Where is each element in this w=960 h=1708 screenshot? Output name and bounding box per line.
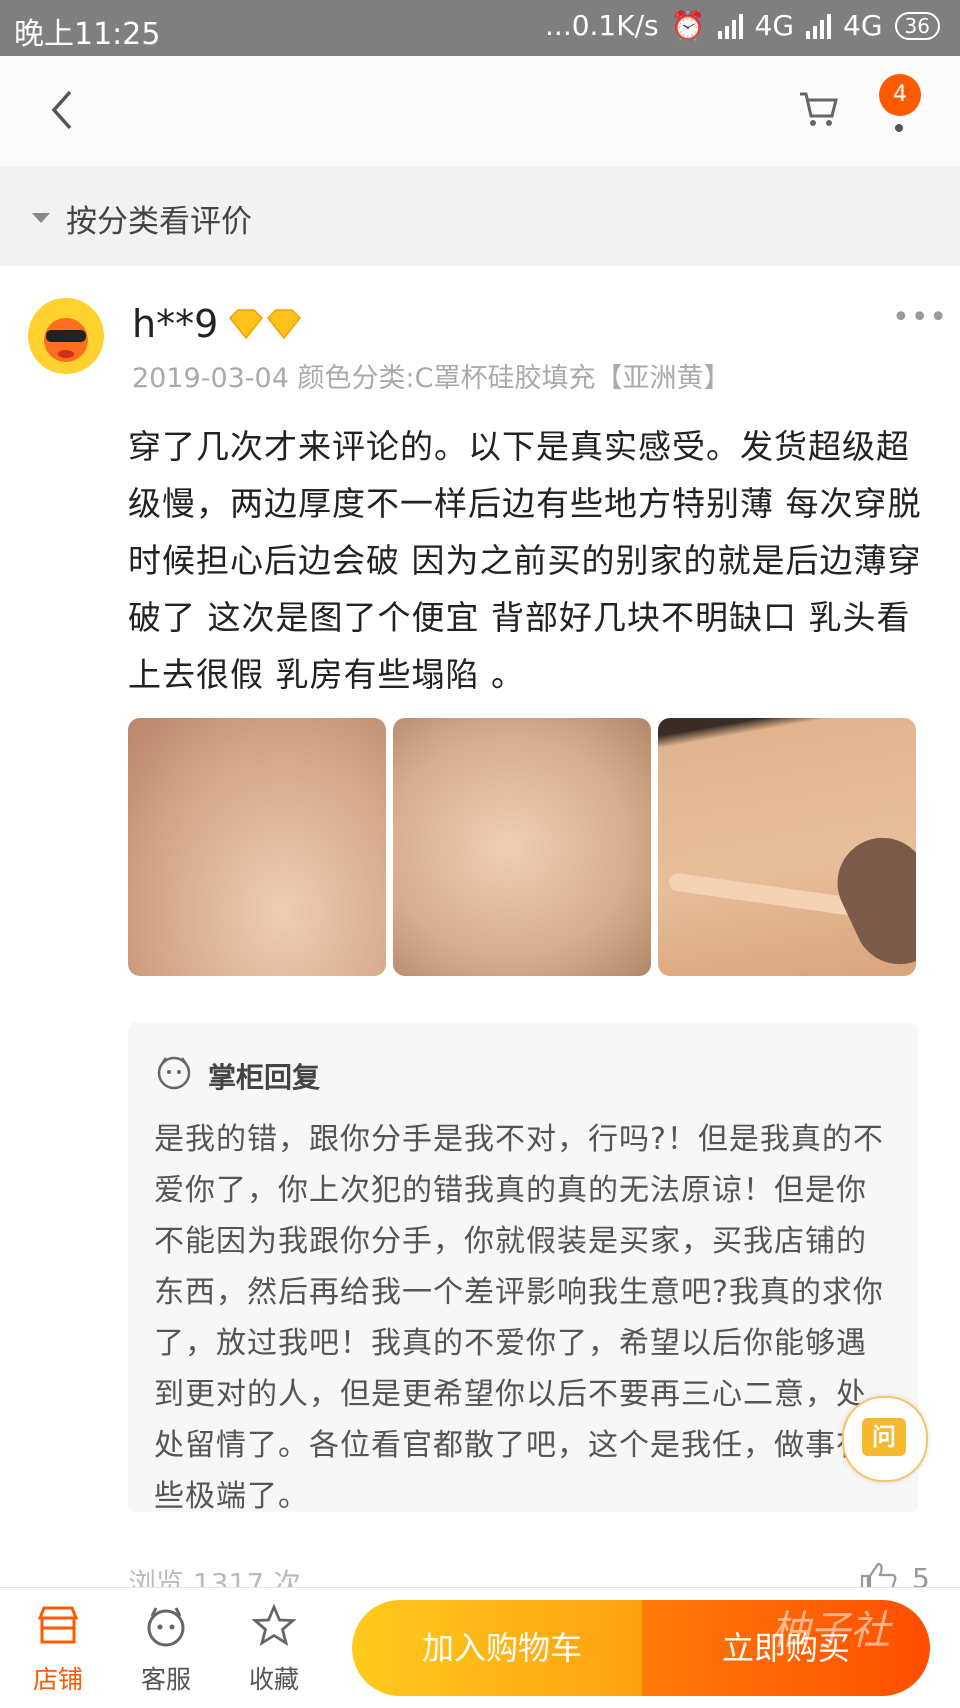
seller-reply: 掌柜回复 是我的错，跟你分手是我不对，行吗?！但是我真的不爱你了，你上次犯的错我… bbox=[128, 1022, 918, 1514]
battery-icon: 36 bbox=[894, 11, 940, 40]
ask-question-icon: 问 bbox=[862, 1418, 906, 1456]
tab-customer-service[interactable]: 客服 bbox=[116, 1588, 216, 1708]
watermark-logo: 柚子社 bbox=[770, 1608, 890, 1654]
back-button[interactable] bbox=[42, 84, 82, 136]
more-menu-icon[interactable] bbox=[895, 124, 903, 132]
status-time: 晚上11:25 bbox=[14, 17, 161, 52]
signal-icon-2 bbox=[806, 13, 832, 39]
network-type-1: 4G bbox=[754, 9, 795, 42]
avatar-character-icon bbox=[28, 298, 104, 374]
tab-shop-label: 店铺 bbox=[32, 1665, 83, 1694]
review-photo[interactable] bbox=[128, 718, 386, 976]
signal-icon bbox=[717, 13, 743, 39]
review-photos bbox=[128, 718, 916, 976]
network-type-2: 4G bbox=[843, 9, 883, 42]
ask-question-button[interactable]: 问 bbox=[842, 1396, 928, 1482]
add-to-cart-button[interactable]: 加入购物车 bbox=[352, 1600, 652, 1696]
more-options-icon[interactable]: ••• bbox=[892, 303, 948, 333]
review-meta: 2019-03-04 颜色分类:C罩杯硅胶填充【亚洲黄】 bbox=[132, 363, 731, 394]
status-bar: 晚上11:25 ...0.1K/s ⏰ 4G 4G 36 bbox=[0, 0, 960, 56]
category-filter[interactable]: 按分类看评价 bbox=[0, 166, 960, 266]
cart-icon bbox=[800, 92, 838, 126]
alarm-icon: ⏰ bbox=[670, 9, 706, 42]
tab-favorite-label: 收藏 bbox=[248, 1665, 299, 1694]
category-filter-label: 按分类看评价 bbox=[66, 204, 252, 240]
tab-service-label: 客服 bbox=[140, 1665, 191, 1694]
top-nav: 4 bbox=[0, 56, 960, 166]
avatar[interactable] bbox=[28, 298, 104, 374]
diamond-icon bbox=[228, 309, 302, 340]
store-icon bbox=[37, 1606, 79, 1644]
service-face-icon bbox=[147, 1607, 185, 1647]
review-text: 穿了几次才来评论的。以下是真实感受。发货超级超级慢，两边厚度不一样后边有些地方特… bbox=[128, 427, 922, 694]
reviewer-username: h**9 bbox=[132, 302, 219, 346]
network-speed: ...0.1K/s bbox=[545, 9, 659, 42]
status-network: ...0.1K/s ⏰ 4G 4G 36 bbox=[545, 9, 940, 42]
notification-badge[interactable]: 4 bbox=[879, 74, 921, 116]
reply-title: 掌柜回复 bbox=[208, 1061, 321, 1094]
member-level-diamonds bbox=[226, 308, 306, 346]
reply-text: 是我的错，跟你分手是我不对，行吗?！但是我真的不爱你了，你上次犯的错我真的真的无… bbox=[154, 1122, 884, 1514]
review-photo[interactable] bbox=[393, 718, 651, 976]
cart-button[interactable] bbox=[796, 86, 840, 130]
tab-favorite[interactable]: 收藏 bbox=[224, 1588, 324, 1708]
chevron-left-icon bbox=[51, 90, 72, 130]
seller-face-icon bbox=[157, 1056, 191, 1090]
review-photo[interactable] bbox=[658, 718, 916, 976]
star-icon bbox=[252, 1604, 296, 1647]
caret-down-icon bbox=[32, 213, 50, 223]
tab-shop[interactable]: 店铺 bbox=[8, 1588, 108, 1708]
